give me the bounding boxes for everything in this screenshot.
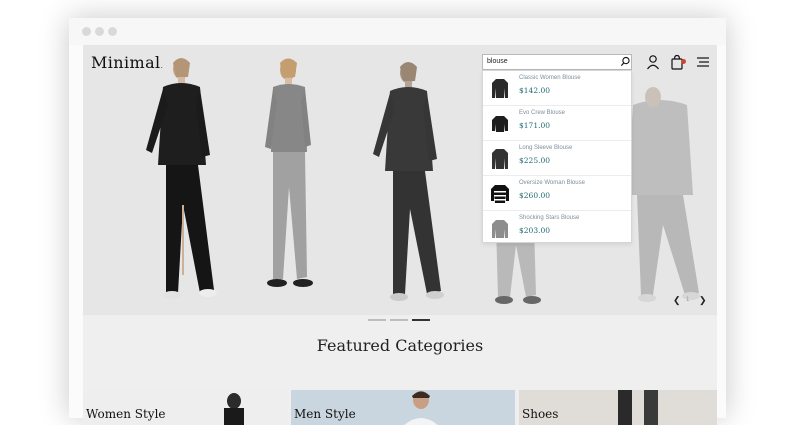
logo-text: Minimal	[91, 53, 161, 72]
result-name: Long Sleeve Blouse	[519, 145, 573, 151]
browser-frame: Minimal. blouse Classic Women Blouse $14…	[69, 18, 726, 425]
window-dot-2	[95, 27, 104, 36]
result-name: Shocking Stars Blouse	[519, 215, 580, 221]
man-model-image	[404, 391, 438, 425]
result-name: Evo Crew Blouse	[519, 110, 566, 116]
search-result-item[interactable]: Evo Crew Blouse $171.00	[483, 106, 631, 141]
slider-prev-arrow-icon[interactable]: ❮	[673, 295, 681, 306]
result-name: Oversize Woman Blouse	[519, 180, 585, 186]
search-result-item[interactable]: Shocking Stars Blouse $203.00	[483, 211, 631, 246]
slider-controls: ❮ 1 ❯	[669, 295, 709, 309]
slider-pagination	[368, 319, 433, 322]
search-icon[interactable]	[620, 56, 631, 67]
result-price: $260.00	[519, 191, 551, 200]
category-card-women[interactable]: Women Style	[83, 390, 288, 425]
search-result-item[interactable]: Oversize Woman Blouse $260.00	[483, 176, 631, 211]
category-label: Women Style	[86, 407, 166, 421]
page-viewport: Minimal. blouse Classic Women Blouse $14…	[83, 45, 717, 425]
search-result-item[interactable]: Long Sleeve Blouse $225.00	[483, 141, 631, 176]
logo-mark: .	[160, 62, 164, 70]
category-label: Shoes	[522, 407, 559, 421]
category-label: Men Style	[294, 407, 356, 421]
sweater-thumbnail-icon	[492, 220, 508, 238]
hero-slider: Minimal. blouse Classic Women Blouse $14…	[83, 45, 717, 315]
featured-categories-heading: Featured Categories	[316, 336, 484, 355]
result-price: $203.00	[519, 226, 551, 235]
slider-dot[interactable]	[368, 319, 386, 321]
woman-model-image	[224, 393, 244, 425]
sweater-thumbnail-icon	[492, 149, 508, 169]
search-result-item[interactable]: Classic Women Blouse $142.00	[483, 71, 631, 106]
category-card-shoes[interactable]: Shoes	[519, 390, 717, 425]
search-results-dropdown: Classic Women Blouse $142.00 Evo Crew Bl…	[482, 70, 632, 243]
site-logo[interactable]: Minimal.	[91, 53, 163, 72]
shoes-legs-image	[618, 390, 658, 425]
slider-next-arrow-icon[interactable]: ❯	[699, 295, 707, 306]
user-icon[interactable]	[645, 54, 661, 70]
window-dot-3	[108, 27, 117, 36]
slider-dot-active[interactable]	[412, 319, 430, 321]
cart-count-badge	[681, 59, 686, 64]
category-card-men[interactable]: Men Style	[291, 390, 515, 425]
slider-counter: 1	[686, 297, 690, 303]
result-price: $142.00	[519, 86, 551, 95]
window-dot-1	[82, 27, 91, 36]
browser-title-bar	[69, 18, 726, 45]
result-name: Classic Women Blouse	[519, 75, 581, 81]
result-price: $171.00	[519, 121, 551, 130]
sweater-thumbnail-icon	[492, 79, 508, 98]
result-price: $225.00	[519, 156, 551, 165]
sweater-thumbnail-icon	[492, 116, 508, 132]
slider-dot[interactable]	[390, 319, 408, 321]
search-input[interactable]: blouse	[482, 54, 632, 70]
menu-icon[interactable]	[695, 54, 711, 70]
striped-sweater-thumbnail-icon	[491, 185, 509, 203]
